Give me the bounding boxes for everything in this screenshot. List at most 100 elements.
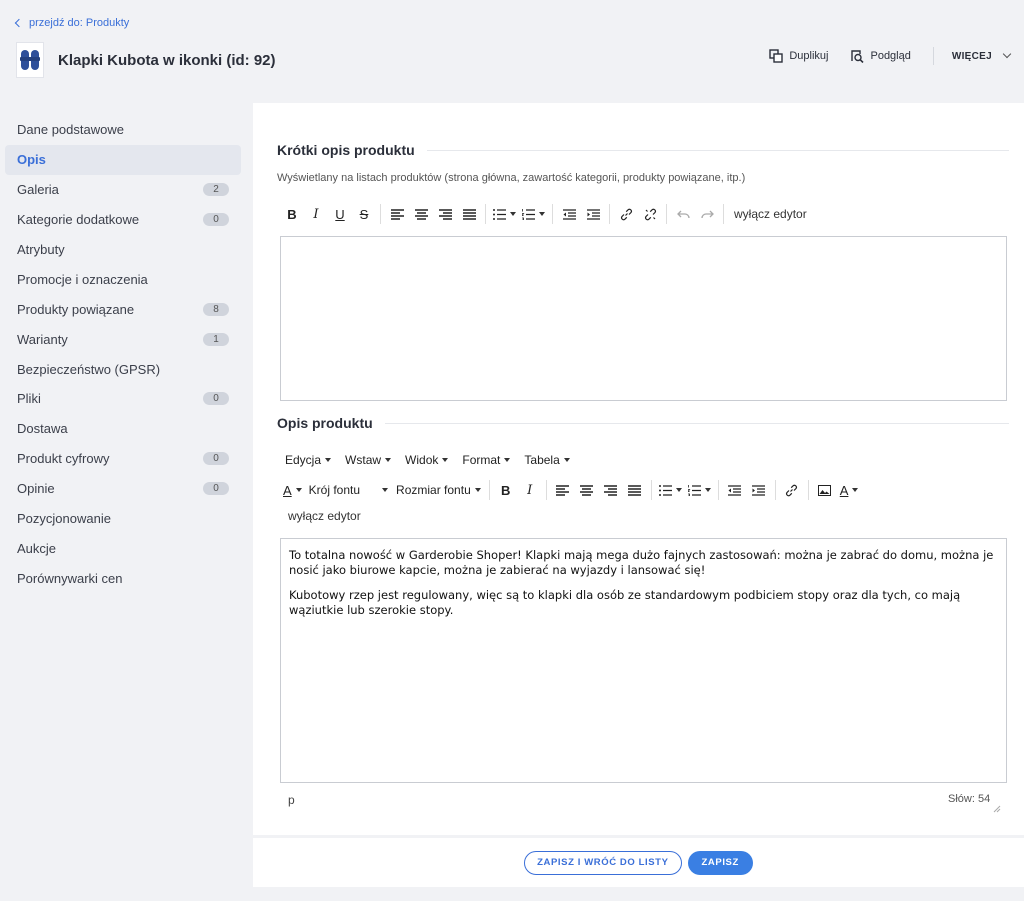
sidebar-item[interactable]: Dostawa	[5, 414, 241, 444]
bullet-list-button[interactable]	[490, 203, 519, 225]
bold-button[interactable]: B	[280, 203, 304, 225]
toolbar-separator	[666, 204, 667, 224]
remove-link-button[interactable]	[638, 203, 662, 225]
sidebar-item[interactable]: Produkt cyfrowy 0	[5, 444, 241, 474]
sidebar-item[interactable]: Warianty 1	[5, 324, 241, 354]
align-justify-button[interactable]	[623, 479, 647, 501]
sidebar-nav: Dane podstawowe Opis Galeria 2 Kategorie dod…	[5, 115, 241, 593]
caret-down-icon	[382, 488, 389, 492]
editor-menu-item[interactable]: Widok	[405, 453, 449, 467]
caret-down-icon	[852, 488, 859, 492]
align-center-icon	[580, 484, 594, 496]
sidebar-item-label: Warianty	[17, 331, 68, 347]
disable-editor-link[interactable]: wyłącz edytor	[728, 207, 813, 221]
font-size-select[interactable]: Rozmiar fontu	[392, 479, 485, 501]
align-left-button[interactable]	[551, 479, 575, 501]
align-center-button[interactable]	[575, 479, 599, 501]
toolbar-separator	[380, 204, 381, 224]
undo-icon	[676, 210, 690, 218]
sidebar-item[interactable]: Aukcje	[5, 533, 241, 563]
sidebar-item-label: Kategorie dodatkowe	[17, 212, 140, 228]
description-editor[interactable]: To totalna nowość w Garderobie Shoper! K…	[280, 538, 1007, 783]
text-color-button[interactable]: A	[280, 479, 305, 501]
indent-button[interactable]	[747, 479, 771, 501]
editor-menu-item[interactable]: Format	[462, 453, 511, 467]
sidebar-item[interactable]: Porównywarki cen	[5, 563, 241, 593]
bullet-list-button[interactable]	[656, 479, 685, 501]
caret-down-icon	[504, 458, 511, 462]
italic-button[interactable]: I	[518, 479, 542, 501]
count-badge: 2	[203, 183, 229, 197]
align-center-button[interactable]	[409, 203, 433, 225]
top-actions: Duplikuj Podgląd WIĘCEJ	[747, 47, 1012, 65]
short-description-toolbar: B I U S wyłącz edytor	[280, 201, 813, 227]
image-icon	[818, 484, 832, 496]
sidebar-item-label: Promocje i oznaczenia	[17, 271, 148, 287]
sidebar-item[interactable]: Pliki 0	[5, 384, 241, 414]
sidebar-item[interactable]: Atrybuty	[5, 235, 241, 265]
back-to-products-link[interactable]: przejdź do: Produkty	[14, 17, 129, 29]
numbered-list-button[interactable]	[519, 203, 548, 225]
description-content: To totalna nowość w Garderobie Shoper! K…	[281, 539, 1006, 637]
save-and-return-button[interactable]: ZAPISZ I WRÓĆ DO LISTY	[524, 850, 682, 875]
sidebar-item-label: Porównywarki cen	[17, 570, 123, 586]
redo-button[interactable]	[695, 203, 719, 225]
duplicate-button[interactable]: Duplikuj	[769, 49, 828, 63]
background-color-button[interactable]: A	[837, 479, 862, 501]
numbered-list-button[interactable]	[685, 479, 714, 501]
sidebar-item[interactable]: Produkty powiązane 8	[5, 294, 241, 324]
editor-menu-label: Tabela	[524, 453, 560, 467]
editor-menu-item[interactable]: Edycja	[285, 453, 332, 467]
disable-editor-link[interactable]: wyłącz edytor	[288, 509, 361, 523]
align-right-button[interactable]	[599, 479, 623, 501]
product-thumbnail	[16, 42, 44, 78]
sidebar-item[interactable]: Opinie 0	[5, 474, 241, 504]
sidebar-item[interactable]: Kategorie dodatkowe 0	[5, 205, 241, 235]
toolbar-separator	[552, 204, 553, 224]
align-justify-button[interactable]	[457, 203, 481, 225]
insert-link-button[interactable]	[780, 479, 804, 501]
indent-icon	[752, 484, 766, 496]
outdent-icon	[562, 208, 576, 220]
insert-link-button[interactable]	[614, 203, 638, 225]
align-left-button[interactable]	[385, 203, 409, 225]
italic-button[interactable]: I	[304, 203, 328, 225]
element-path: p	[288, 793, 295, 807]
product-title: Klapki Kubota w ikonki (id: 92)	[58, 51, 276, 69]
resize-handle-icon[interactable]	[993, 805, 1001, 813]
caret-down-icon	[474, 488, 481, 492]
align-left-icon	[390, 208, 404, 220]
duplicate-icon	[769, 49, 784, 63]
sidebar-item[interactable]: Promocje i oznaczenia	[5, 264, 241, 294]
undo-button[interactable]	[671, 203, 695, 225]
more-dropdown[interactable]: WIĘCEJ	[952, 49, 1012, 62]
editor-menu-label: Widok	[405, 453, 439, 467]
sidebar-item[interactable]: Pozycjonowanie	[5, 504, 241, 534]
outdent-button[interactable]	[557, 203, 581, 225]
short-description-editor[interactable]	[280, 236, 1007, 401]
sidebar-item-label: Opinie	[17, 481, 55, 497]
outdent-button[interactable]	[723, 479, 747, 501]
save-button[interactable]: ZAPISZ	[687, 850, 753, 875]
editor-menu-item[interactable]: Tabela	[524, 453, 570, 467]
underline-button[interactable]: U	[328, 203, 352, 225]
sidebar-item[interactable]: Galeria 2	[5, 175, 241, 205]
font-family-select[interactable]: Krój fontu	[305, 479, 392, 501]
caret-down-icon	[704, 488, 711, 492]
numbered-list-icon	[687, 484, 701, 496]
strikethrough-button[interactable]: S	[352, 203, 376, 225]
bullet-list-icon	[493, 208, 506, 220]
editor-menu-label: Edycja	[285, 453, 322, 467]
sidebar-item[interactable]: Opis	[5, 144, 241, 175]
insert-image-button[interactable]	[813, 479, 837, 501]
sidebar-item[interactable]: Dane podstawowe	[5, 115, 241, 145]
align-right-button[interactable]	[433, 203, 457, 225]
preview-button[interactable]: Podgląd	[850, 49, 911, 63]
sidebar-item[interactable]: Bezpieczeństwo (GPSR)	[5, 354, 241, 384]
bold-button[interactable]: B	[494, 479, 518, 501]
indent-button[interactable]	[581, 203, 605, 225]
editor-menu-item[interactable]: Wstaw	[345, 453, 392, 467]
outdent-icon	[728, 484, 742, 496]
sidebar-item-label: Dostawa	[17, 421, 68, 437]
editor-menu-label: Wstaw	[345, 453, 382, 467]
